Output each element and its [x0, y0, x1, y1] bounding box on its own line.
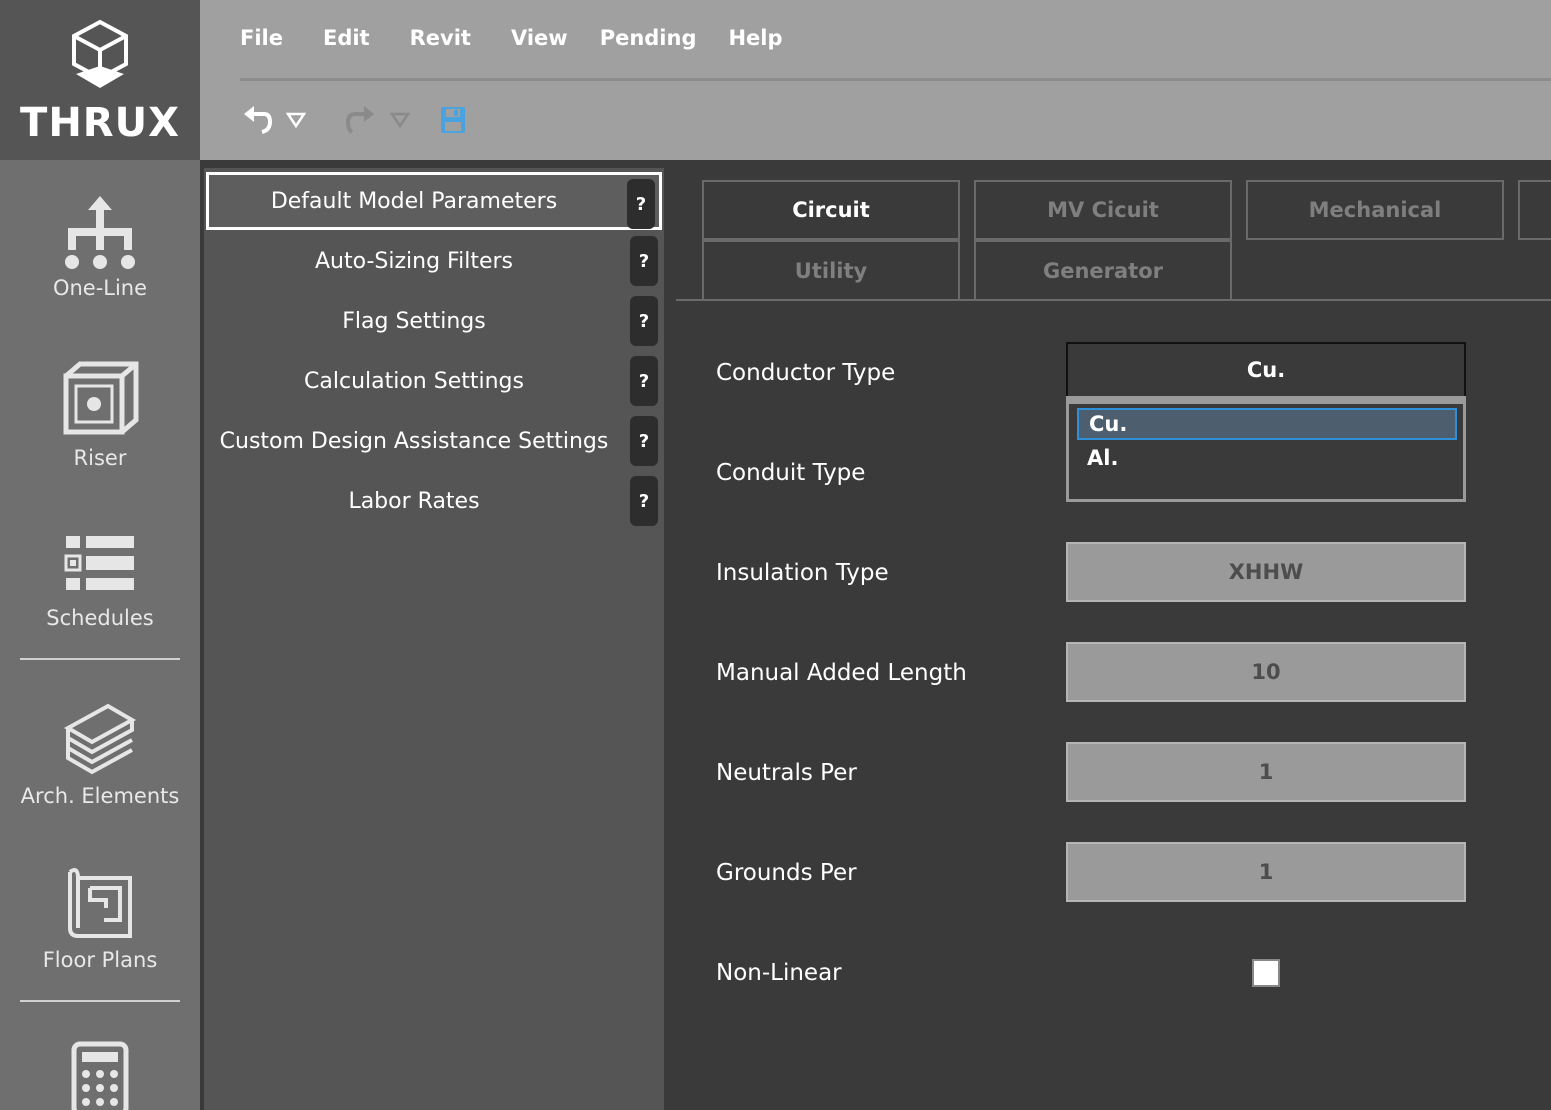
tab-utility[interactable]: Utility — [702, 240, 960, 301]
rail-item-schedules[interactable]: Schedules — [0, 530, 200, 630]
settings-item-calculation-settings[interactable]: Calculation Settings ? — [206, 352, 662, 410]
rail-item-calculator[interactable] — [0, 1040, 200, 1110]
rail-item-floor-plans[interactable]: Floor Plans — [0, 862, 200, 972]
settings-item-labor-rates[interactable]: Labor Rates ? — [206, 472, 662, 530]
menu-bar: File Edit Revit View Pending Help — [240, 26, 823, 50]
menu-help[interactable]: Help — [728, 26, 782, 50]
insulation-type-label: Insulation Type — [716, 560, 889, 586]
tabs-divider — [676, 299, 1551, 301]
non-linear-checkbox[interactable] — [1252, 959, 1280, 987]
tab-mv-circuit[interactable]: MV Cicuit — [974, 180, 1232, 240]
menu-file[interactable]: File — [240, 26, 283, 50]
redo-icon[interactable] — [346, 104, 376, 136]
insulation-type-field[interactable]: XHHW — [1066, 542, 1466, 602]
frame-gap — [200, 160, 1551, 168]
settings-label: Custom Design Assistance Settings — [219, 428, 609, 454]
menu-pending[interactable]: Pending — [600, 26, 697, 50]
rail-item-one-line[interactable]: One-Line — [0, 190, 200, 300]
manual-added-length-label: Manual Added Length — [716, 660, 967, 686]
settings-label: Auto-Sizing Filters — [314, 248, 513, 274]
conductor-type-select[interactable]: Cu. — [1066, 342, 1466, 398]
conduit-type-label: Conduit Type — [716, 460, 866, 486]
hierarchy-icon — [65, 196, 135, 269]
settings-menu: Default Model Parameters ? Auto-Sizing F… — [204, 168, 664, 1110]
help-button[interactable]: ? — [630, 356, 658, 406]
help-button[interactable]: ? — [630, 296, 658, 346]
settings-label: Default Model Parameters — [270, 188, 558, 214]
rail-divider-2 — [20, 1000, 180, 1002]
settings-item-default-model-parameters[interactable]: Default Model Parameters ? — [206, 172, 662, 230]
conductor-type-label: Conductor Type — [716, 360, 896, 386]
dropdown-option-al[interactable]: Al. — [1077, 442, 1457, 474]
rail-label-one-line: One-Line — [52, 276, 148, 300]
rail-divider — [20, 658, 180, 660]
conductor-type-dropdown: Cu. Al. — [1066, 396, 1466, 502]
help-button[interactable]: ? — [630, 476, 658, 526]
settings-label: Calculation Settings — [304, 368, 524, 394]
help-button[interactable]: ? — [630, 236, 658, 286]
grounds-per-label: Grounds Per — [716, 860, 857, 886]
neutrals-per-field[interactable]: 1 — [1066, 742, 1466, 802]
undo-icon[interactable] — [242, 104, 272, 136]
save-icon[interactable] — [440, 106, 466, 134]
tab-generator[interactable]: Generator — [974, 240, 1232, 301]
rail-item-arch-elements[interactable]: Arch. Elements — [0, 698, 200, 808]
menu-view[interactable]: View — [511, 26, 568, 50]
content-panel: Circuit MV Cicuit Mechanical Utility Gen… — [666, 168, 1551, 1110]
grounds-per-field[interactable]: 1 — [1066, 842, 1466, 902]
manual-added-length-field[interactable]: 10 — [1066, 642, 1466, 702]
rail-label-arch-elements: Arch. Elements — [20, 784, 180, 808]
rail-item-riser[interactable]: Riser — [0, 360, 200, 470]
tab-mechanical[interactable]: Mechanical — [1246, 180, 1504, 240]
dropdown-option-cu[interactable]: Cu. — [1077, 408, 1457, 440]
layers-icon — [63, 703, 137, 775]
menu-revit[interactable]: Revit — [410, 26, 471, 50]
redo-dropdown-icon[interactable] — [390, 112, 410, 128]
left-rail: THRUX One-Line Riser Schedules Arch. Ele… — [0, 0, 200, 1110]
app-window: THRUX One-Line Riser Schedules Arch. Ele… — [0, 0, 1551, 1110]
settings-item-flag-settings[interactable]: Flag Settings ? — [206, 292, 662, 350]
rail-label-riser: Riser — [73, 446, 127, 470]
neutrals-per-label: Neutrals Per — [716, 760, 857, 786]
calculator-icon — [71, 1041, 129, 1110]
settings-label: Flag Settings — [342, 308, 486, 334]
blueprint-icon — [68, 868, 132, 938]
rail-label-floor-plans: Floor Plans — [42, 948, 158, 972]
brand-logo: THRUX — [0, 0, 200, 160]
help-button[interactable]: ? — [630, 416, 658, 466]
brand-name: THRUX — [20, 100, 180, 146]
logo-icon — [72, 19, 128, 88]
top-bar: File Edit Revit View Pending Help — [200, 0, 1551, 160]
tab-circuit[interactable]: Circuit — [702, 180, 960, 240]
list-icon — [64, 536, 134, 590]
undo-dropdown-icon[interactable] — [286, 112, 306, 128]
settings-item-auto-sizing-filters[interactable]: Auto-Sizing Filters ? — [206, 232, 662, 290]
cube-icon — [63, 361, 139, 435]
settings-item-custom-design-assistance[interactable]: Custom Design Assistance Settings ? — [206, 412, 662, 470]
tab-overflow[interactable] — [1518, 180, 1551, 240]
help-button[interactable]: ? — [627, 179, 655, 229]
menu-divider — [240, 78, 1551, 81]
menu-edit[interactable]: Edit — [323, 26, 370, 50]
rail-label-schedules: Schedules — [46, 606, 154, 630]
settings-label: Labor Rates — [348, 488, 480, 514]
non-linear-label: Non-Linear — [716, 960, 842, 986]
